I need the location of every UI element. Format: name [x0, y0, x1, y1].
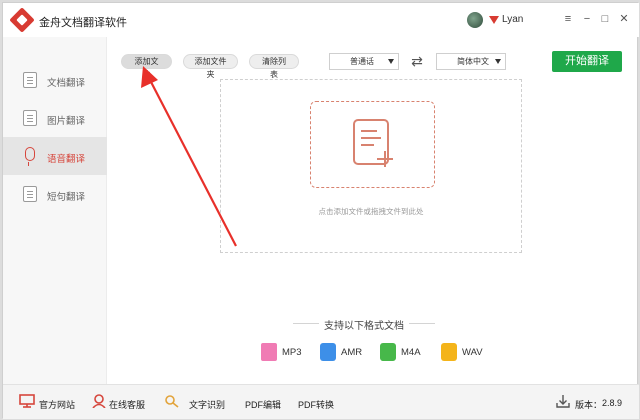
- pdf-convert-link[interactable]: PDF转换: [298, 398, 334, 411]
- sidebar-item-label: 语音翻译: [47, 154, 86, 165]
- status-bar: 官方网站 在线客服 文字识别 PDF编辑 PDF转换 版本： 2.8.9: [3, 384, 639, 419]
- target-language-value: 简体中文: [457, 57, 489, 66]
- ocr-link[interactable]: 文字识别: [189, 398, 225, 411]
- app-logo-icon: [9, 7, 35, 33]
- download-icon: [556, 395, 570, 408]
- drop-area[interactable]: 点击添加文件或拖拽文件到此处: [220, 79, 522, 253]
- pdf-edit-link[interactable]: PDF编辑: [245, 398, 281, 411]
- online-service-link[interactable]: 在线客服: [109, 398, 145, 411]
- user-name[interactable]: Lyan: [502, 14, 523, 25]
- image-icon: [23, 110, 37, 126]
- add-file-dropzone[interactable]: [310, 101, 435, 188]
- vip-badge-icon: [489, 16, 499, 24]
- source-language-value: 普通话: [350, 57, 374, 66]
- film-reel-icon: [380, 343, 396, 361]
- document-icon: [23, 72, 37, 88]
- sidebar-item-label: 短句翻译: [47, 192, 86, 203]
- menu-icon[interactable]: ≡: [561, 12, 575, 26]
- add-folder-button[interactable]: 添加文件夹: [183, 54, 238, 79]
- formats-title: 支持以下格式文档: [293, 317, 435, 332]
- app-window: 金舟文档翻译软件 Lyan ≡ − □ ✕ 文档翻译 图片翻译 语音翻译 短句翻…: [2, 2, 639, 419]
- source-language-select[interactable]: 普通话: [329, 53, 399, 70]
- sidebar-item-image[interactable]: 图片翻译: [3, 99, 107, 137]
- version-number: 2.8.9: [602, 398, 623, 408]
- close-button[interactable]: ✕: [617, 12, 631, 26]
- format-name: MP3: [282, 347, 302, 358]
- add-file-button[interactable]: 添加文件: [121, 54, 172, 79]
- clear-list-button[interactable]: 清除列表: [249, 54, 299, 79]
- format-name: AMR: [341, 347, 363, 358]
- text-icon: [23, 186, 37, 202]
- video-camera-icon: [441, 343, 457, 361]
- play-file-icon: [320, 343, 336, 361]
- sidebar: 文档翻译 图片翻译 语音翻译 短句翻译: [3, 37, 107, 384]
- minimize-button[interactable]: −: [580, 12, 594, 26]
- sidebar-item-document[interactable]: 文档翻译: [3, 61, 107, 99]
- add-file-icon: [353, 119, 393, 167]
- format-name: M4A: [401, 347, 421, 358]
- swap-languages-icon[interactable]: ⇄: [408, 53, 426, 69]
- maximize-button[interactable]: □: [598, 12, 612, 26]
- microphone-icon: [25, 147, 35, 166]
- chevron-down-icon: [388, 59, 394, 64]
- chevron-down-icon: [495, 59, 501, 64]
- sidebar-item-voice[interactable]: 语音翻译: [3, 137, 107, 175]
- user-avatar[interactable]: [467, 12, 483, 28]
- official-website-link[interactable]: 官方网站: [39, 398, 75, 411]
- monitor-icon: [19, 394, 35, 408]
- version-label: 版本：: [575, 400, 603, 410]
- sidebar-item-label: 图片翻译: [47, 116, 86, 127]
- ocr-icon: [165, 395, 179, 408]
- drop-hint: 点击添加文件或拖拽文件到此处: [318, 207, 424, 216]
- app-title: 金舟文档翻译软件: [39, 17, 127, 29]
- sidebar-item-phrase[interactable]: 短句翻译: [3, 175, 107, 213]
- sidebar-item-label: 文档翻译: [47, 78, 86, 89]
- music-note-icon: [261, 343, 277, 361]
- title-bar: 金舟文档翻译软件 Lyan ≡ − □ ✕: [3, 3, 639, 37]
- format-name: WAV: [462, 347, 483, 358]
- customer-service-icon: [92, 394, 106, 408]
- target-language-select[interactable]: 简体中文: [436, 53, 506, 70]
- start-translate-button[interactable]: 开始翻译: [552, 51, 622, 72]
